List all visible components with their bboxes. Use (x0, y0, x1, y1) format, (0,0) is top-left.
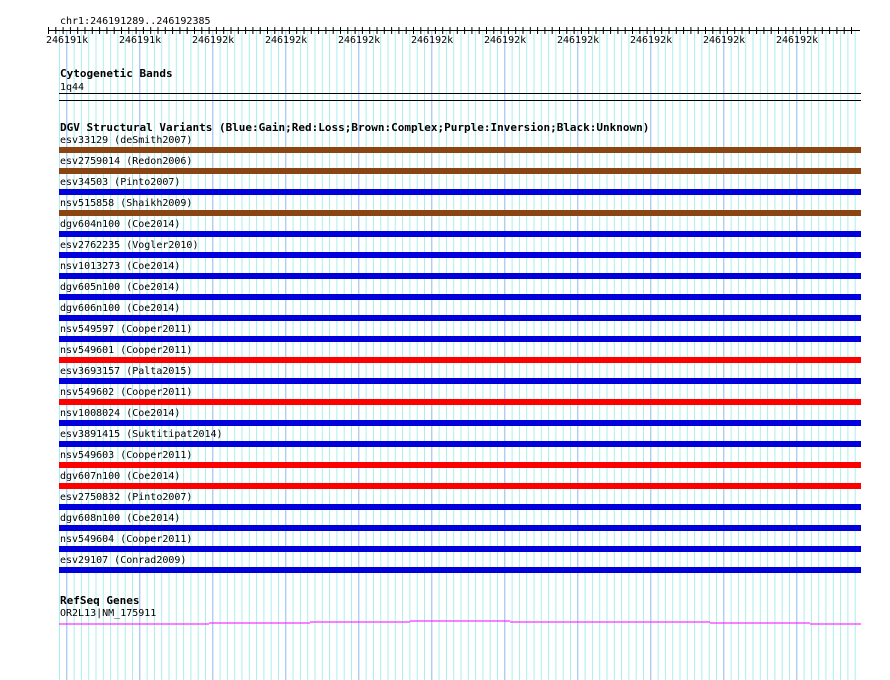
gene-line (59, 620, 861, 625)
gene-feature[interactable] (0, 0, 890, 680)
